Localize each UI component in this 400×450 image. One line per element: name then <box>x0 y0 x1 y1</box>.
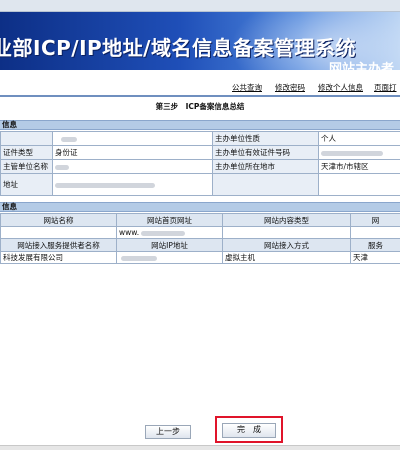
field-label: 主办单位所在地市 <box>212 159 319 174</box>
finish-highlight-box <box>215 416 283 443</box>
field-label: 主管单位名称 <box>0 159 53 174</box>
url-prefix: www. <box>119 228 140 237</box>
system-subtitle: 网站主办者 <box>328 62 394 70</box>
column-header: 网站接入方式 <box>222 238 351 252</box>
column-header: 网站IP地址 <box>116 238 223 252</box>
browser-top-strip <box>0 0 400 12</box>
step-title: 第三步 ICP备案信息总结 <box>155 102 245 111</box>
field-value-name <box>52 131 213 146</box>
table-row: 主办单位性质 个人 <box>0 131 400 146</box>
column-header: 网站内容类型 <box>222 213 351 227</box>
cell <box>350 226 400 239</box>
field-label: 证件类型 <box>0 145 53 160</box>
public-query-link[interactable]: 公共查询 <box>232 82 262 93</box>
header-banner: 业部ICP/IP地址/域名信息备案管理系统 网站主办者 <box>0 12 400 70</box>
field-value-id <box>318 145 400 160</box>
redacted-text <box>55 182 155 188</box>
cell-access-mode: 虚拟主机 <box>222 251 351 264</box>
section-bar-website-info: 信息 <box>0 202 400 212</box>
field-value <box>318 173 400 196</box>
redacted-text <box>121 255 157 261</box>
field-label: 主办单位性质 <box>212 131 319 146</box>
change-password-link[interactable]: 修改密码 <box>275 82 305 93</box>
field-value-address <box>52 173 213 196</box>
table-row: 主管单位名称 主办单位所在地市 天津市/市辖区 <box>0 159 400 174</box>
organizer-info-table: 主办单位性质 个人 证件类型 身份证 主办单位有效证件号码 主管单位名称 主办单… <box>0 131 400 196</box>
field-value: 身份证 <box>52 145 213 160</box>
table-row: 科技发展有限公司 虚拟主机 天津 <box>0 251 400 264</box>
redacted-text <box>321 150 383 156</box>
table-row: www. <box>0 226 400 239</box>
system-title: 业部ICP/IP地址/域名信息备案管理系统 <box>0 36 356 60</box>
prev-step-button[interactable]: 上一步 <box>145 425 191 439</box>
column-header: 网站名称 <box>0 213 117 227</box>
table-header-row: 网站名称 网站首页网址 网站内容类型 网 <box>0 213 400 227</box>
field-value-org <box>52 159 213 174</box>
field-label <box>212 173 319 196</box>
field-value: 天津市/市辖区 <box>318 159 400 174</box>
change-personal-info-link[interactable]: 修改个人信息 <box>318 82 363 93</box>
cell-provider-name: 科技发展有限公司 <box>0 251 117 264</box>
table-row: 证件类型 身份证 主办单位有效证件号码 <box>0 145 400 160</box>
cell-site-url: www. <box>116 226 223 239</box>
field-label <box>0 131 53 146</box>
cell-location: 天津 <box>350 251 400 264</box>
table-header-row: 网站接入服务提供者名称 网站IP地址 网站接入方式 服务 <box>0 238 400 252</box>
field-label: 主办单位有效证件号码 <box>212 145 319 160</box>
field-label: 地址 <box>0 173 53 196</box>
cell-ip-address <box>116 251 223 264</box>
website-info-table: 网站名称 网站首页网址 网站内容类型 网 www. 网站接入服务提供者名称 网站… <box>0 213 400 264</box>
field-value: 个人 <box>318 131 400 146</box>
cell-site-name <box>0 226 117 239</box>
page-print-link[interactable]: 页面打 <box>374 82 397 93</box>
column-header: 网站首页网址 <box>116 213 223 227</box>
horizontal-scrollbar[interactable] <box>0 445 400 450</box>
redacted-text <box>141 230 186 236</box>
table-row: 地址 <box>0 173 400 196</box>
nav-links: 公共查询 修改密码 修改个人信息 页面打 <box>0 82 400 94</box>
cell-content-type <box>222 226 351 239</box>
column-header: 服务 <box>350 238 400 252</box>
redacted-text <box>61 136 77 142</box>
nav-divider <box>0 95 400 97</box>
redacted-text <box>55 164 69 170</box>
column-header: 网站接入服务提供者名称 <box>0 238 117 252</box>
section-bar-organizer-info: 信息 <box>0 120 400 130</box>
column-header: 网 <box>350 213 400 227</box>
